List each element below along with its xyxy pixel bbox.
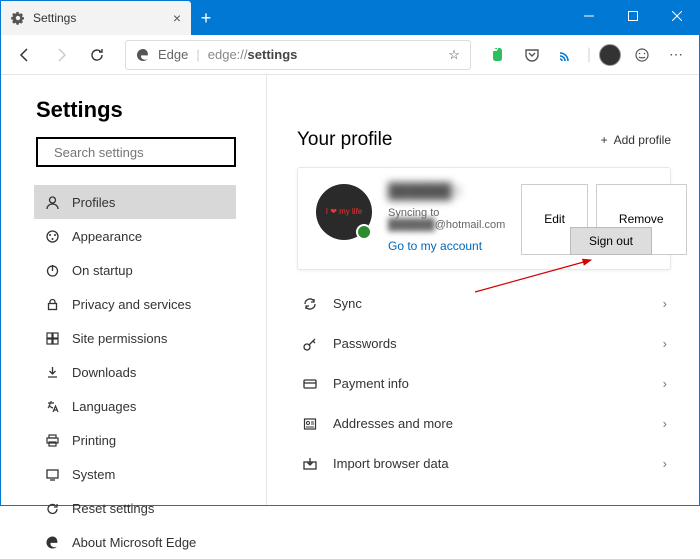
cast-icon[interactable] [553, 42, 579, 68]
plus-icon: + [601, 133, 608, 147]
forward-button[interactable] [47, 41, 75, 69]
reset-icon [44, 500, 60, 516]
new-tab-button[interactable]: + [191, 3, 221, 33]
close-tab-icon[interactable]: × [173, 10, 181, 26]
browser-tab[interactable]: Settings × [1, 1, 191, 35]
lock-icon [44, 296, 60, 312]
sidebar-item-label: Printing [72, 433, 116, 448]
sync-icon [301, 296, 319, 312]
settings-heading: Settings [36, 97, 236, 123]
key-icon [301, 336, 319, 352]
evernote-icon[interactable] [485, 42, 511, 68]
sidebar-item-label: System [72, 467, 115, 482]
sidebar-item-label: Privacy and services [72, 297, 191, 312]
profile-name: ██████ t [388, 184, 505, 201]
chevron-right-icon: › [663, 376, 667, 391]
sync-label: Syncing to [388, 207, 505, 219]
more-icon[interactable]: ⋯ [663, 42, 689, 68]
sidebar: Settings Profiles Appearance On startup Pri… [1, 75, 266, 505]
sidebar-item-label: Appearance [72, 229, 142, 244]
site-icon [44, 330, 60, 346]
sidebar-item-on-startup[interactable]: On startup [34, 253, 236, 287]
sidebar-item-label: Languages [72, 399, 136, 414]
sidebar-item-label: About Microsoft Edge [72, 535, 196, 550]
sidebar-item-label: Downloads [72, 365, 136, 380]
sidebar-item-languages[interactable]: Languages [34, 389, 236, 423]
pocket-icon[interactable] [519, 42, 545, 68]
maximize-button[interactable] [611, 1, 655, 31]
appearance-icon [44, 228, 60, 244]
refresh-button[interactable] [83, 41, 111, 69]
row-label: Sync [333, 296, 362, 311]
setting-row-payment-info[interactable]: Payment info › [297, 364, 671, 404]
sidebar-item-downloads[interactable]: Downloads [34, 355, 236, 389]
search-input[interactable] [54, 145, 230, 160]
power-icon [44, 262, 60, 278]
profile-avatar: I ❤ my life [316, 184, 372, 240]
row-label: Addresses and more [333, 416, 453, 431]
minimize-button[interactable] [567, 1, 611, 31]
tab-title: Settings [33, 11, 165, 25]
row-label: Passwords [333, 336, 397, 351]
sidebar-item-label: Reset settings [72, 501, 154, 516]
main-panel: Your profile + Add profile I ❤ my life █… [266, 75, 699, 505]
row-label: Payment info [333, 376, 409, 391]
payment-icon [301, 376, 319, 392]
setting-row-sync[interactable]: Sync › [297, 284, 671, 324]
user-icon [44, 194, 60, 210]
sidebar-item-site-permissions[interactable]: Site permissions [34, 321, 236, 355]
sidebar-item-label: On startup [72, 263, 133, 278]
sidebar-item-label: Profiles [72, 195, 115, 210]
chevron-right-icon: › [663, 336, 667, 351]
profile-email: ██████@hotmail.com [388, 219, 505, 231]
sidebar-item-system[interactable]: System [34, 457, 236, 491]
setting-row-import-browser-data[interactable]: Import browser data › [297, 444, 671, 484]
address-label: Edge [158, 47, 188, 62]
setting-row-addresses-and-more[interactable]: Addresses and more › [297, 404, 671, 444]
edge-icon [44, 534, 60, 550]
sidebar-item-about-microsoft-edge[interactable]: About Microsoft Edge [34, 525, 236, 559]
close-window-button[interactable] [655, 1, 699, 31]
sidebar-item-label: Site permissions [72, 331, 167, 346]
account-link[interactable]: Go to my account [388, 239, 482, 253]
chevron-right-icon: › [663, 416, 667, 431]
chevron-right-icon: › [663, 456, 667, 471]
language-icon [44, 398, 60, 414]
system-icon [44, 466, 60, 482]
profile-avatar-button[interactable] [599, 44, 621, 66]
back-button[interactable] [11, 41, 39, 69]
add-profile-button[interactable]: + Add profile [601, 133, 671, 147]
title-bar: Settings × + [1, 1, 699, 35]
address-url: edge://settings [208, 47, 298, 62]
import-icon [301, 456, 319, 472]
sidebar-item-appearance[interactable]: Appearance [34, 219, 236, 253]
printer-icon [44, 432, 60, 448]
download-icon [44, 364, 60, 380]
favorite-icon[interactable]: ☆ [448, 47, 460, 63]
address-icon [301, 416, 319, 432]
sidebar-item-printing[interactable]: Printing [34, 423, 236, 457]
chevron-right-icon: › [663, 296, 667, 311]
gear-icon [11, 11, 25, 25]
status-badge [356, 224, 372, 240]
feedback-icon[interactable] [629, 42, 655, 68]
setting-row-passwords[interactable]: Passwords › [297, 324, 671, 364]
sidebar-item-profiles[interactable]: Profiles [34, 185, 236, 219]
page-title: Your profile [297, 129, 392, 151]
edge-icon [136, 48, 150, 62]
row-label: Import browser data [333, 456, 449, 471]
profile-card: I ❤ my life ██████ t Syncing to ██████@h… [297, 167, 671, 270]
sidebar-item-privacy-and-services[interactable]: Privacy and services [34, 287, 236, 321]
address-bar[interactable]: Edge | edge://settings ☆ [125, 40, 471, 70]
toolbar: Edge | edge://settings ☆ | ⋯ [1, 35, 699, 75]
search-settings[interactable] [36, 137, 236, 167]
sign-out-button[interactable]: Sign out [570, 227, 652, 255]
sidebar-item-reset-settings[interactable]: Reset settings [34, 491, 236, 525]
